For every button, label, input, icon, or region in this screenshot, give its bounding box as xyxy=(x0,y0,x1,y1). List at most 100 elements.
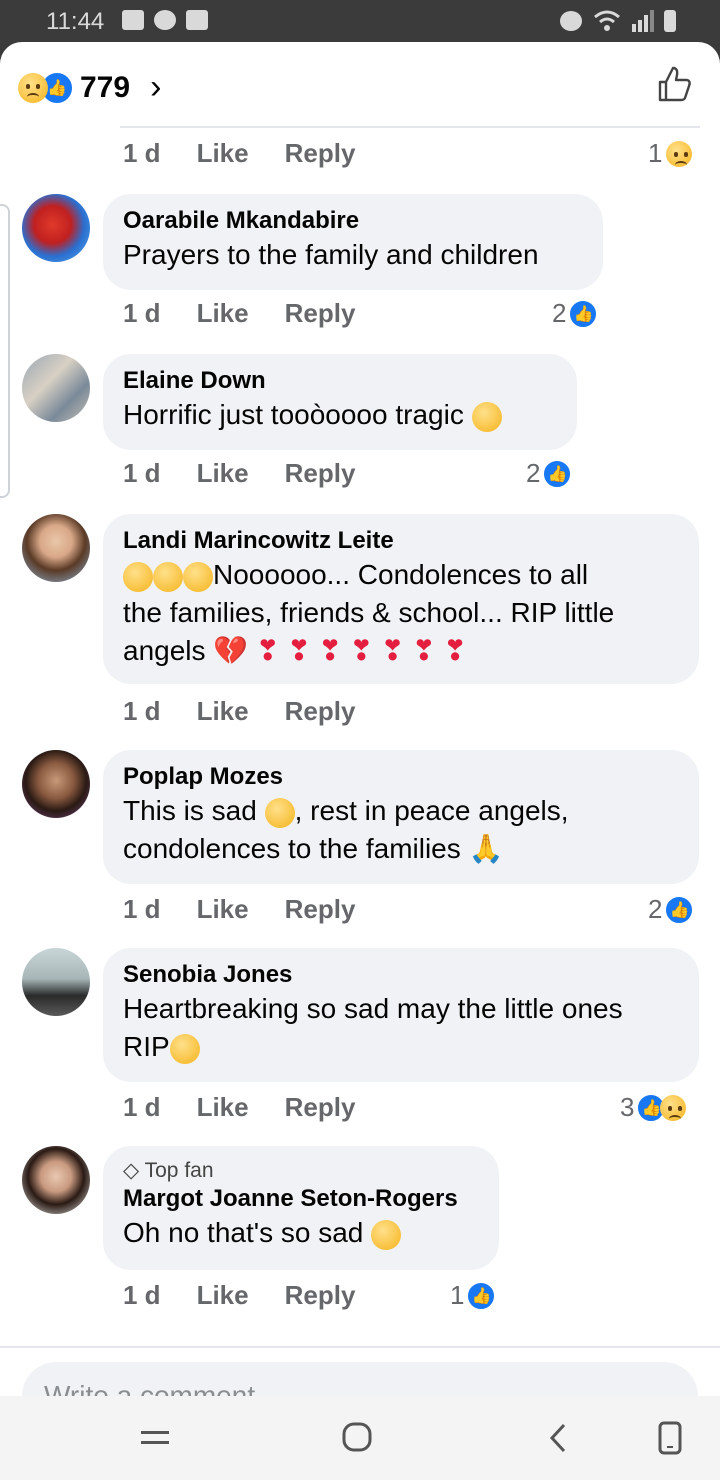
crying-emoji-icon xyxy=(123,561,153,592)
reply-link[interactable]: Reply xyxy=(285,298,356,329)
reply-link[interactable]: Reply xyxy=(285,458,356,489)
home-button[interactable] xyxy=(337,1420,377,1456)
comment-bubble: Oarabile Mkandabire Prayers to the famil… xyxy=(103,194,603,290)
sad-reaction-icon xyxy=(18,72,48,103)
thumbs-up-icon[interactable] xyxy=(654,64,694,104)
comment-bubble: Senobia Jones Heartbreaking so sad may t… xyxy=(103,948,699,1082)
reaction-number: 2 xyxy=(648,894,663,924)
avatar[interactable] xyxy=(22,514,90,582)
gallery-notification-icon xyxy=(122,10,144,30)
sad-reaction-icon xyxy=(660,1094,687,1121)
comment-bubble: Poplap Mozes This is sad , rest in peace… xyxy=(103,750,699,884)
reaction-count[interactable]: 2 👍 xyxy=(526,458,573,489)
comment-actions: 1 d Like Reply xyxy=(123,696,391,727)
praying-hands-icon: 🙏 xyxy=(468,833,504,864)
reactions-summary[interactable]: 👍 779 › xyxy=(18,68,161,107)
chevron-left-icon xyxy=(549,1423,566,1453)
folder-notification-icon xyxy=(186,10,208,30)
reply-link[interactable]: Reply xyxy=(285,138,356,169)
comment-text: the families, friends & school... RIP li… xyxy=(123,597,615,628)
back-button[interactable] xyxy=(540,1420,580,1456)
comment-time: 1 d xyxy=(123,894,161,924)
crying-emoji-icon xyxy=(169,1033,200,1064)
comment-bubble: ◇ Top fan Margot Joanne Seton-Rogers Oh … xyxy=(103,1146,499,1270)
reaction-number: 2 xyxy=(552,298,567,328)
comment-text-line: RIP xyxy=(123,1028,679,1066)
rotate-button[interactable] xyxy=(650,1420,690,1456)
status-time: 11:44 xyxy=(46,8,105,35)
reaction-number: 1 xyxy=(648,138,663,168)
comment-author[interactable]: Landi Marincowitz Leite xyxy=(123,526,679,556)
reaction-number: 3 xyxy=(620,1092,635,1122)
comment-text: Heartbreaking so sad may the little ones xyxy=(123,993,623,1024)
comment-text-line: This is sad , rest in peace angels, xyxy=(123,792,679,830)
comment-author[interactable]: Senobia Jones xyxy=(123,960,679,990)
reply-link[interactable]: Reply xyxy=(285,696,356,727)
reaction-number: 2 xyxy=(526,458,541,488)
home-circle-icon xyxy=(342,1422,372,1452)
comment-input[interactable]: Write a comment... xyxy=(22,1362,698,1396)
wifi-icon xyxy=(594,10,620,31)
like-link[interactable]: Like xyxy=(197,894,249,925)
avatar[interactable] xyxy=(22,750,90,818)
alarm-icon xyxy=(560,11,582,31)
pensive-emoji-icon xyxy=(371,1219,402,1250)
reaction-count[interactable]: 2 👍 xyxy=(552,298,599,329)
avatar[interactable] xyxy=(22,354,90,422)
avatar[interactable] xyxy=(22,948,90,1016)
comment-actions: 1 d Like Reply xyxy=(123,458,391,489)
comment-text-line: angels 💔 ❣ ❣ ❣ ❣ ❣ ❣ ❣ xyxy=(123,632,679,670)
comment-bubble: Landi Marincowitz Leite Noooooo... Condo… xyxy=(103,514,699,684)
like-reaction-icon: 👍 xyxy=(542,458,573,489)
comment-author[interactable]: Poplap Mozes xyxy=(123,762,679,792)
like-link[interactable]: Like xyxy=(197,298,249,329)
reaction-count[interactable]: 1 👍 xyxy=(450,1280,497,1311)
status-left-icons xyxy=(122,10,208,30)
like-link[interactable]: Like xyxy=(197,458,249,489)
comment-time: 1 d xyxy=(123,458,161,488)
comment-text-line: condolences to the families 🙏 xyxy=(123,830,679,868)
crying-emoji-icon xyxy=(183,561,213,592)
phone-rotate-icon xyxy=(658,1421,682,1455)
comment-text: Prayers to the family and children xyxy=(123,239,539,270)
comment-actions: 1 d Like Reply xyxy=(123,894,391,925)
like-link[interactable]: Like xyxy=(197,138,249,169)
comments-sheet: 👍 779 › 1 d Like Reply 1 Oarabile Mkanda… xyxy=(0,42,720,1396)
pensive-emoji-icon xyxy=(264,797,295,828)
comment-time: 1 d xyxy=(123,138,161,168)
comment-time: 1 d xyxy=(123,1280,161,1310)
heart-emoji-icon: ❣ ❣ ❣ ❣ ❣ ❣ ❣ xyxy=(248,635,467,666)
reaction-count[interactable]: 2 👍 xyxy=(648,894,695,925)
reply-link[interactable]: Reply xyxy=(285,1092,356,1123)
avatar[interactable] xyxy=(22,1146,90,1214)
like-link[interactable]: Like xyxy=(197,1280,249,1311)
comment-author[interactable]: Margot Joanne Seton-Rogers xyxy=(123,1184,479,1214)
reply-link[interactable]: Reply xyxy=(285,1280,356,1311)
sad-reaction-icon xyxy=(666,140,693,167)
top-fan-badge: Top fan xyxy=(144,1159,214,1182)
reaction-count[interactable]: 3 👍 xyxy=(620,1092,687,1123)
like-reaction-icon: 👍 xyxy=(466,1280,497,1311)
comment-bubble: Elaine Down Horrific just tooòoooo tragi… xyxy=(103,354,577,450)
like-link[interactable]: Like xyxy=(197,696,249,727)
status-bar: 11:44 xyxy=(0,0,720,44)
crying-emoji-icon xyxy=(471,401,502,432)
music-notification-icon xyxy=(154,10,176,30)
reaction-count[interactable]: 1 xyxy=(648,138,693,169)
comment-author[interactable]: Elaine Down xyxy=(123,366,557,396)
system-nav-bar xyxy=(0,1396,720,1480)
comment-text: angels xyxy=(123,635,206,666)
comment-actions: 1 d Like Reply xyxy=(123,1280,391,1311)
avatar[interactable] xyxy=(22,194,90,262)
reaction-number: 1 xyxy=(450,1280,465,1310)
comment-actions: 1 d Like Reply xyxy=(123,1092,391,1123)
like-link[interactable]: Like xyxy=(197,1092,249,1123)
comment-text: Noooooo... Condolences to all xyxy=(213,559,589,590)
comment-text: RIP xyxy=(123,1031,170,1062)
comment-author[interactable]: Oarabile Mkandabire xyxy=(123,206,583,236)
comment-text: Horrific just tooòoooo tragic xyxy=(123,399,464,430)
recent-apps-button[interactable] xyxy=(135,1420,175,1456)
like-reaction-icon: 👍 xyxy=(664,894,695,925)
reply-link[interactable]: Reply xyxy=(285,894,356,925)
comment-text: Oh no that's so sad xyxy=(123,1217,364,1248)
